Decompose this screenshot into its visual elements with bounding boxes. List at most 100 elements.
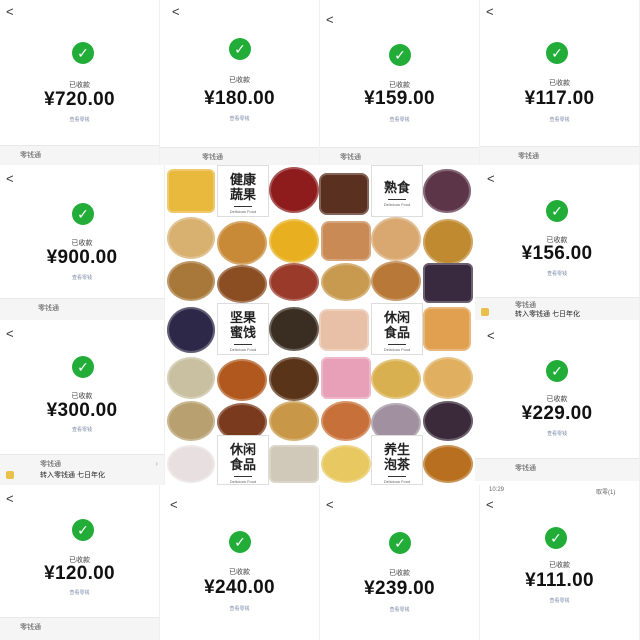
category-en: Delicious Food <box>383 202 411 207</box>
payment-panel-9: < ✓ 已收款 ¥120.00 查看零钱 零钱通 <box>0 485 160 640</box>
back-icon[interactable]: < <box>326 12 334 27</box>
food-photo <box>167 357 215 399</box>
category-tile[interactable]: 休闲 食品 Delicious Food <box>371 303 423 355</box>
footer-label: 零钱通 <box>20 152 41 159</box>
view-change-link[interactable]: 查看零钱 <box>160 115 319 122</box>
view-change-link[interactable]: 查看零钱 <box>0 116 159 123</box>
payment-panel-1: < ✓ 已收款 ¥720.00 查看零钱 零钱通 <box>0 0 160 165</box>
category-line2: 食品 <box>383 325 410 340</box>
payment-panel-6: < ✓ 已收款 ¥156.00 查看零钱 零钱通 转入零钱通 七日年化 <box>475 165 640 320</box>
footer-bar[interactable]: 零钱通 <box>320 147 479 165</box>
category-tile[interactable]: 休闲 食品 Delicious Food <box>217 435 269 485</box>
status-right: 取零(1) <box>596 490 616 496</box>
category-en: Delicious Food <box>383 347 411 352</box>
view-change-link[interactable]: 查看零钱 <box>0 274 164 281</box>
success-check-icon: ✓ <box>545 527 567 549</box>
food-photo <box>217 359 267 401</box>
footer-bar[interactable]: 零钱通 <box>475 458 639 481</box>
food-photo <box>321 401 371 441</box>
view-change-link[interactable]: 查看零钱 <box>320 606 479 613</box>
food-photo <box>167 401 215 441</box>
footer-promo: 转入零钱通 七日年化 <box>40 472 105 479</box>
food-photo <box>423 169 471 213</box>
food-photo <box>423 357 473 399</box>
coin-icon <box>6 471 14 479</box>
food-photo <box>167 261 215 301</box>
footer-bar[interactable]: 零钱通 转入零钱通 七日年化 › <box>0 454 164 485</box>
view-change-link[interactable]: 查看零钱 <box>480 116 639 123</box>
status-time: 10:29 <box>489 487 505 493</box>
food-photo <box>423 445 473 483</box>
food-photo <box>321 221 371 261</box>
category-line1: 健康 <box>229 172 256 187</box>
payment-panel-4: < ✓ 已收款 ¥117.00 查看零钱 零钱通 <box>480 0 640 165</box>
footer-label: 零钱通 <box>202 154 223 161</box>
food-photo <box>167 445 215 483</box>
food-photo <box>167 169 215 213</box>
category-line1: 坚果 <box>229 310 256 325</box>
food-photo <box>269 357 319 401</box>
back-icon[interactable]: < <box>487 171 495 186</box>
payment-panel-7: < ✓ 已收款 ¥300.00 查看零钱 零钱通 转入零钱通 七日年化 › <box>0 320 165 485</box>
amount-value: ¥180.00 <box>204 88 275 109</box>
payment-panel-3: < ✓ 已收款 ¥159.00 查看零钱 零钱通 <box>320 0 480 165</box>
category-tile[interactable]: 养生 泡茶 Delicious Food <box>371 435 423 485</box>
footer-bar[interactable]: 零钱通 转入零钱通 七日年化 <box>475 297 639 320</box>
view-change-link[interactable]: 查看零钱 <box>160 605 319 612</box>
back-icon[interactable]: < <box>6 4 14 19</box>
divider <box>234 344 252 345</box>
view-change-link[interactable]: 查看零钱 <box>475 270 639 277</box>
footer-bar[interactable]: 零钱通 <box>0 145 159 165</box>
footer-label: 零钱通 <box>20 624 41 631</box>
view-change-link[interactable]: 查看零钱 <box>0 589 159 596</box>
category-en: Delicious Food <box>229 209 257 214</box>
success-check-icon: ✓ <box>389 532 411 554</box>
amount-value: ¥720.00 <box>44 89 115 110</box>
category-tile[interactable]: 熟食 Delicious Food <box>371 165 423 217</box>
coin-icon <box>481 308 489 316</box>
category-en: Delicious Food <box>383 479 411 484</box>
back-icon[interactable]: < <box>486 497 494 512</box>
divider <box>388 476 406 477</box>
back-icon[interactable]: < <box>486 4 494 19</box>
footer-bar[interactable]: 零钱通 <box>480 146 639 165</box>
food-photo <box>167 307 215 353</box>
back-icon[interactable]: < <box>6 326 14 341</box>
food-photo <box>269 263 319 301</box>
footer-bar[interactable]: 零钱通 <box>0 617 159 640</box>
payment-panel-5: < ✓ 已收款 ¥900.00 查看零钱 零钱通 <box>0 165 165 320</box>
view-change-link[interactable]: 查看零钱 <box>475 430 639 437</box>
view-change-link[interactable]: 查看零钱 <box>320 116 479 123</box>
payment-panel-10: < ✓ 已收款 ¥240.00 查看零钱 <box>160 485 320 640</box>
amount-value: ¥111.00 <box>525 570 594 591</box>
food-photo <box>319 173 369 215</box>
view-change-link[interactable]: 查看零钱 <box>0 426 164 433</box>
received-label: 已收款 <box>229 77 250 84</box>
food-photo <box>269 401 319 441</box>
food-photo <box>321 263 371 301</box>
footer-bar[interactable]: 零钱通 <box>160 147 319 165</box>
food-photo <box>321 445 371 483</box>
back-icon[interactable]: < <box>170 497 178 512</box>
category-line1: 休闲 <box>229 442 256 457</box>
amount-value: ¥120.00 <box>44 563 115 584</box>
category-en: Delicious Food <box>229 479 257 484</box>
category-tile[interactable]: 坚果 蜜饯 Delicious Food <box>217 303 269 355</box>
category-tile[interactable]: 健康 蔬果 Delicious Food <box>217 165 269 217</box>
food-photo <box>217 265 267 303</box>
received-label: 已收款 <box>549 562 570 569</box>
success-check-icon: ✓ <box>546 360 568 382</box>
view-change-link[interactable]: 查看零钱 <box>480 597 639 604</box>
amount-value: ¥240.00 <box>204 577 275 598</box>
back-icon[interactable]: < <box>487 328 495 343</box>
received-label: 已收款 <box>389 570 410 577</box>
food-photo <box>371 359 421 399</box>
back-icon[interactable]: < <box>6 171 14 186</box>
footer-bar[interactable]: 零钱通 <box>0 298 164 320</box>
footer-label: 零钱通 <box>515 465 536 472</box>
back-icon[interactable]: < <box>326 497 334 512</box>
back-icon[interactable]: < <box>172 4 180 19</box>
back-icon[interactable]: < <box>6 491 14 506</box>
divider <box>388 199 406 200</box>
food-photo <box>423 263 473 303</box>
